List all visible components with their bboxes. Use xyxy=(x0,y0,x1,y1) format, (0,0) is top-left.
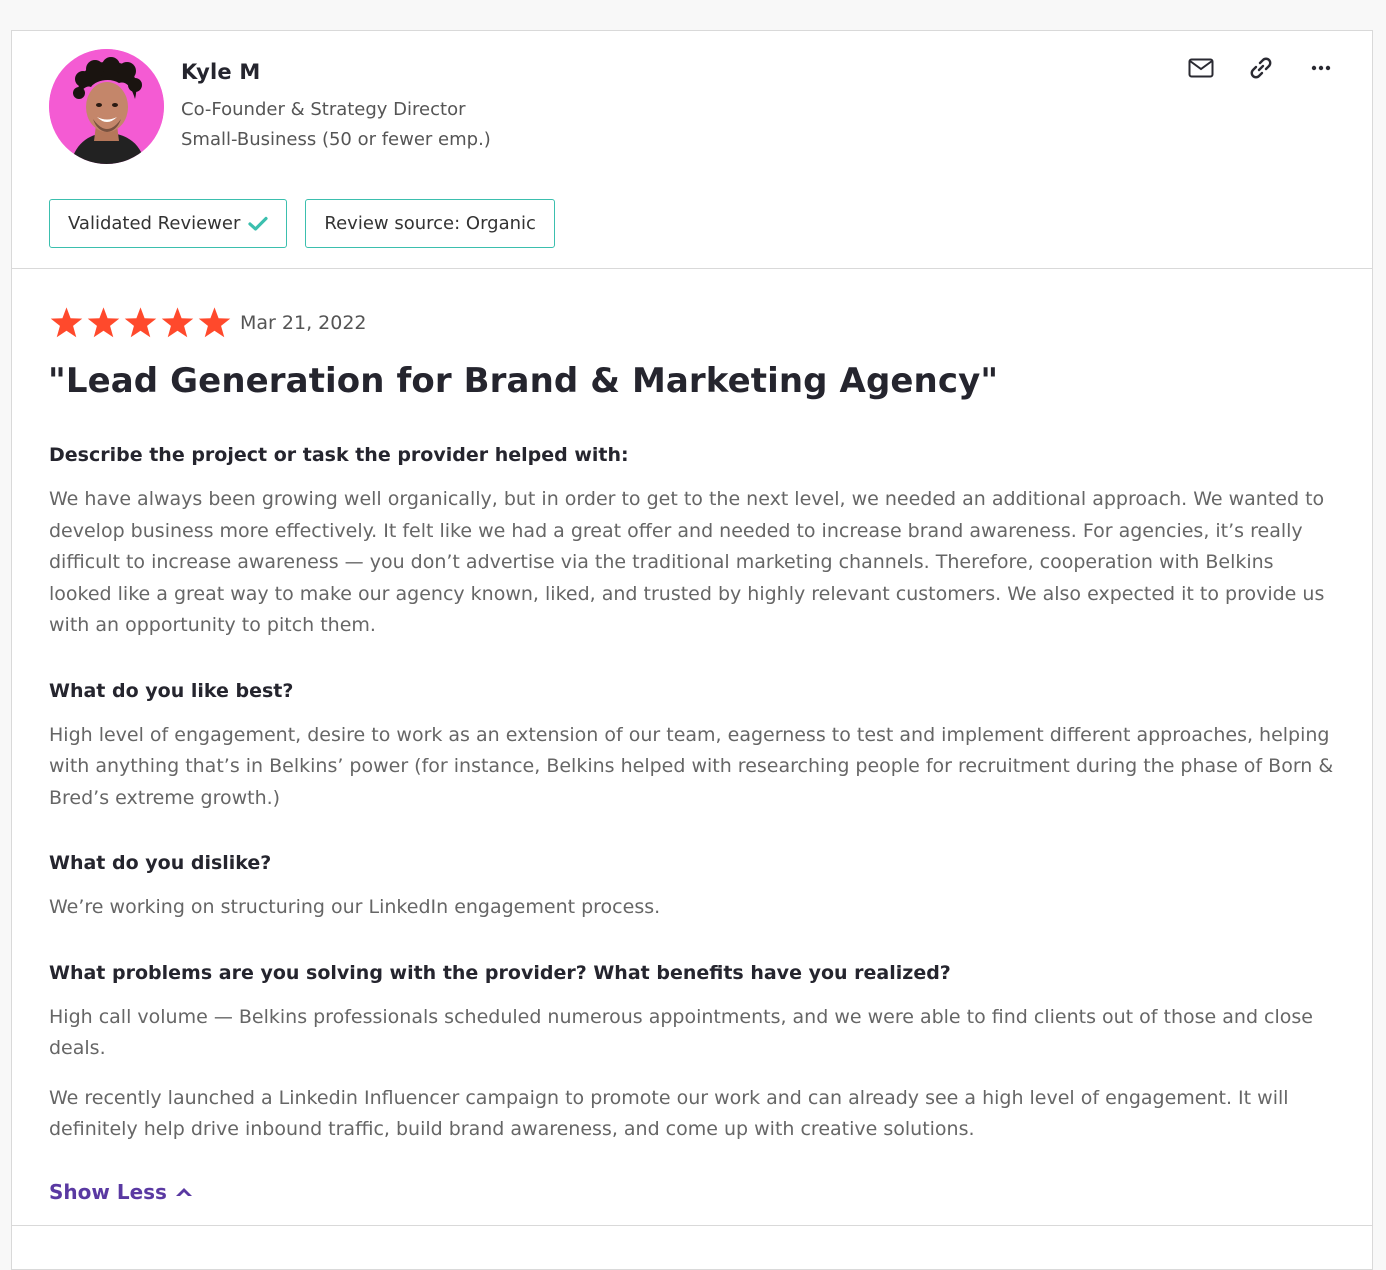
check-icon xyxy=(248,216,268,232)
review-section: Describe the project or task the provide… xyxy=(49,444,1339,642)
review-source-label: Review source: Organic xyxy=(324,213,536,234)
reviewer-badges: Validated Reviewer Review source: Organi… xyxy=(49,199,555,248)
reviewer-name: Kyle M xyxy=(181,60,261,84)
review-section: What problems are you solving with the p… xyxy=(49,962,1339,1146)
star-icon xyxy=(161,307,194,338)
card-bottom-divider xyxy=(12,1225,1372,1226)
more-options-button[interactable] xyxy=(1304,51,1338,85)
copy-link-button[interactable] xyxy=(1244,51,1278,85)
review-section: What do you like best? High level of enga… xyxy=(49,680,1339,815)
reviewer-company-size: Small-Business (50 or fewer emp.) xyxy=(181,129,491,150)
star-icon xyxy=(124,307,157,338)
review-answer: High level of engagement, desire to work… xyxy=(49,723,1334,809)
more-icon xyxy=(1311,65,1331,71)
review-question: Describe the project or task the provide… xyxy=(49,444,629,466)
review-source-badge: Review source: Organic xyxy=(305,199,555,248)
star-icon xyxy=(50,307,83,338)
review-question: What do you dislike? xyxy=(49,852,272,874)
rating-row: Mar 21, 2022 xyxy=(49,306,367,340)
validated-reviewer-badge: Validated Reviewer xyxy=(49,199,288,248)
avatar xyxy=(49,49,164,164)
review-card: Kyle M Co-Founder & Strategy Director Sm… xyxy=(11,30,1373,1270)
review-answer: We recently launched a Linkedin Influenc… xyxy=(49,1086,1289,1141)
email-share-button[interactable] xyxy=(1184,51,1218,85)
review-section: What do you dislike? We’re working on str… xyxy=(49,852,1339,924)
review-answer: We have always been growing well organic… xyxy=(49,488,1325,636)
header-divider xyxy=(12,268,1372,269)
mail-icon xyxy=(1188,58,1214,78)
star-rating xyxy=(49,306,232,340)
validated-reviewer-label: Validated Reviewer xyxy=(68,213,241,234)
review-title: "Lead Generation for Brand & Marketing A… xyxy=(48,361,999,401)
review-answer: High call volume — Belkins professionals… xyxy=(49,1005,1313,1060)
review-actions xyxy=(1184,51,1338,85)
link-icon xyxy=(1250,57,1272,79)
review-date: Mar 21, 2022 xyxy=(240,312,367,334)
review-body: Describe the project or task the provide… xyxy=(49,444,1339,1204)
review-question: What do you like best? xyxy=(49,679,294,702)
show-less-label: Show Less xyxy=(49,1179,167,1204)
star-icon xyxy=(87,307,120,338)
review-answer: We’re working on structuring our LinkedI… xyxy=(49,896,661,918)
star-icon xyxy=(198,307,231,338)
chevron-up-icon xyxy=(175,1187,192,1196)
review-question: What problems are you solving with the p… xyxy=(49,961,951,984)
reviewer-job-title: Co-Founder & Strategy Director xyxy=(181,99,466,120)
show-less-button[interactable]: Show Less xyxy=(49,1180,193,1204)
